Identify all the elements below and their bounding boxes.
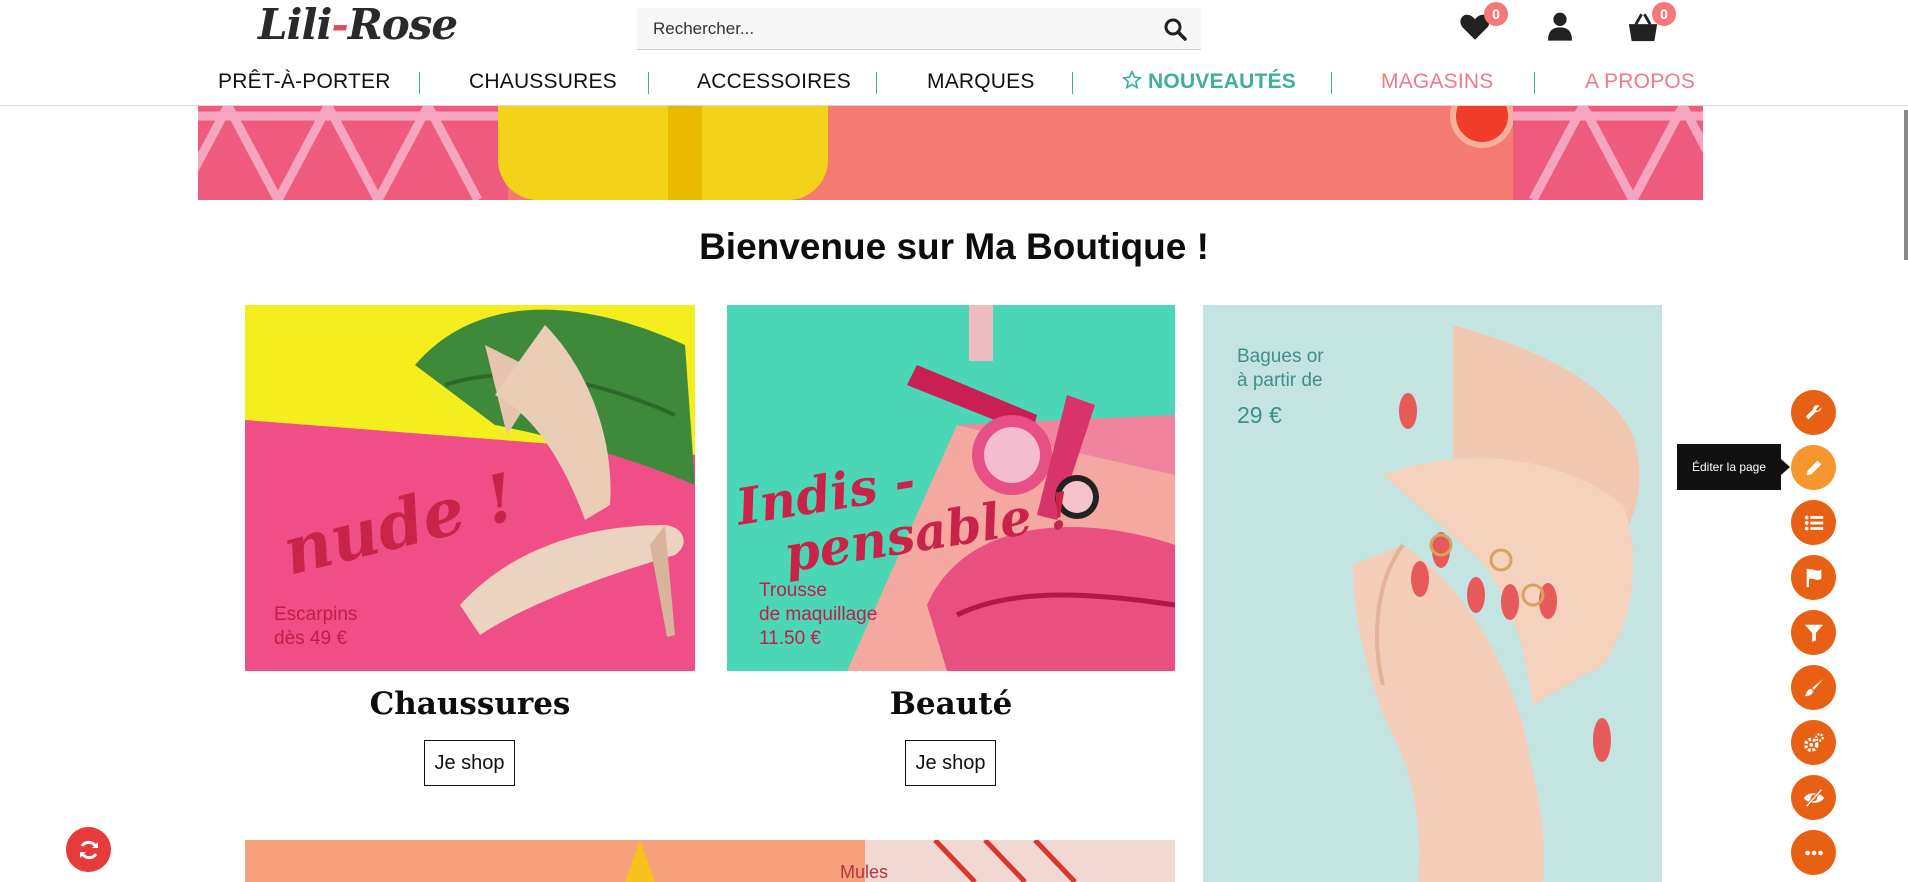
cart-button[interactable]: 0 xyxy=(1626,2,1676,46)
nav-item-pret-a-porter[interactable]: PRÊT-À-PORTER xyxy=(218,70,391,94)
tool-style-button[interactable] xyxy=(1791,665,1836,710)
triangle-pattern xyxy=(198,106,508,200)
logo-text-right: Rose xyxy=(347,0,458,49)
brush-icon xyxy=(1804,678,1823,696)
cogs-icon xyxy=(1803,732,1824,752)
tool-edit-page-button[interactable] xyxy=(1791,445,1836,490)
tool-flag-button[interactable] xyxy=(1791,555,1836,600)
nav-item-accessoires[interactable]: ACCESSOIRES xyxy=(697,70,851,94)
main-nav: PRÊT-À-PORTER CHAUSSURES ACCESSOIRES MAR… xyxy=(0,64,1908,100)
filter-icon xyxy=(1804,624,1823,642)
site-header: Lili-Rose 0 0 PRÊT-À-PORTER CHAUSSURES A… xyxy=(0,0,1908,106)
jacket-zip xyxy=(668,106,702,200)
mules-illustration xyxy=(625,840,1175,882)
account-button[interactable] xyxy=(1544,10,1580,46)
refresh-button[interactable] xyxy=(66,827,111,872)
hero-banner[interactable] xyxy=(198,106,1703,200)
banner-pattern-left xyxy=(198,106,508,200)
search-bar xyxy=(637,8,1201,50)
mules-label: Mules xyxy=(840,862,889,882)
tool-settings-button[interactable] xyxy=(1791,390,1836,435)
wrench-icon xyxy=(1805,404,1821,419)
site-logo[interactable]: Lili-Rose xyxy=(258,0,458,49)
grapefruit-slice xyxy=(1450,106,1514,148)
nav-separator xyxy=(648,72,649,94)
yellow-jacket xyxy=(498,106,828,200)
tool-config-button[interactable] xyxy=(1791,720,1836,765)
pencil-icon xyxy=(1806,460,1821,475)
caption-line: 11.50 € xyxy=(759,628,821,649)
caption-line: à partir de xyxy=(1237,370,1323,391)
nav-separator xyxy=(1331,72,1332,94)
triangle-pattern xyxy=(1513,106,1703,200)
tool-filter-button[interactable] xyxy=(1791,610,1836,655)
beaute-image[interactable]: Indis - pensable ! Trousse de maquillage… xyxy=(727,305,1175,671)
tool-list-button[interactable] xyxy=(1791,500,1836,545)
caption-line: dès 49 € xyxy=(274,628,347,649)
banner-pattern-right xyxy=(1513,106,1703,200)
cart-count-badge: 0 xyxy=(1652,2,1676,26)
shop-button-beaute[interactable]: Je shop xyxy=(905,740,996,786)
card-title-chaussures: Chaussures xyxy=(369,686,571,722)
logo-dash: - xyxy=(331,0,348,49)
welcome-heading: Bienvenue sur Ma Boutique ! xyxy=(699,226,1209,267)
caption-line: Bagues or xyxy=(1237,346,1324,367)
caption-line: Trousse xyxy=(759,580,827,601)
mules-banner[interactable]: Mules xyxy=(245,840,1175,882)
nav-item-a-propos[interactable]: A PROPOS xyxy=(1585,70,1695,94)
nav-item-chaussures[interactable]: CHAUSSURES xyxy=(469,70,617,94)
search-icon[interactable] xyxy=(1163,17,1187,41)
chaussures-image[interactable]: nude ! Escarpins dès 49 € xyxy=(245,305,695,671)
user-icon xyxy=(1548,12,1572,41)
tooltip-edit-page: Éditer la page xyxy=(1677,444,1790,490)
nav-item-magasins[interactable]: MAGASINS xyxy=(1381,70,1493,94)
eye-slash-icon xyxy=(1803,788,1824,807)
shop-button-chaussures[interactable]: Je shop xyxy=(424,740,515,786)
tool-visibility-button[interactable] xyxy=(1791,775,1836,820)
wishlist-count-badge: 0 xyxy=(1484,2,1508,26)
nav-item-nouveautes[interactable]: NOUVEAUTÉS xyxy=(1121,69,1296,94)
nav-separator xyxy=(419,72,420,94)
search-input[interactable] xyxy=(637,8,1137,50)
nav-item-nouveautes-label: NOUVEAUTÉS xyxy=(1148,70,1296,93)
refresh-icon xyxy=(79,840,98,859)
wishlist-button[interactable]: 0 xyxy=(1458,2,1508,46)
caption-line: de maquillage xyxy=(759,604,878,625)
star-icon xyxy=(1121,69,1143,90)
nav-separator xyxy=(1072,72,1073,94)
nav-item-marques[interactable]: MARQUES xyxy=(927,70,1035,94)
caption-line: 29 € xyxy=(1237,402,1282,428)
list-icon xyxy=(1804,515,1823,530)
promo-caption: Bagues or à partir de 29 € xyxy=(1237,345,1324,427)
page-scrollbar[interactable] xyxy=(1904,110,1908,260)
caption-line: Escarpins xyxy=(274,604,358,625)
flag-icon xyxy=(1806,568,1821,587)
tool-more-button[interactable] xyxy=(1791,830,1836,875)
promo-caption: Escarpins dès 49 € xyxy=(274,603,357,651)
more-icon xyxy=(1804,850,1823,855)
nav-separator xyxy=(876,72,877,94)
logo-text-left: Lili xyxy=(258,0,332,49)
nav-separator xyxy=(1534,72,1535,94)
bagues-image[interactable]: Bagues or à partir de 29 € xyxy=(1203,305,1662,882)
promo-caption: Trousse de maquillage 11.50 € xyxy=(759,579,877,651)
card-title-beaute: Beauté xyxy=(889,686,1013,722)
